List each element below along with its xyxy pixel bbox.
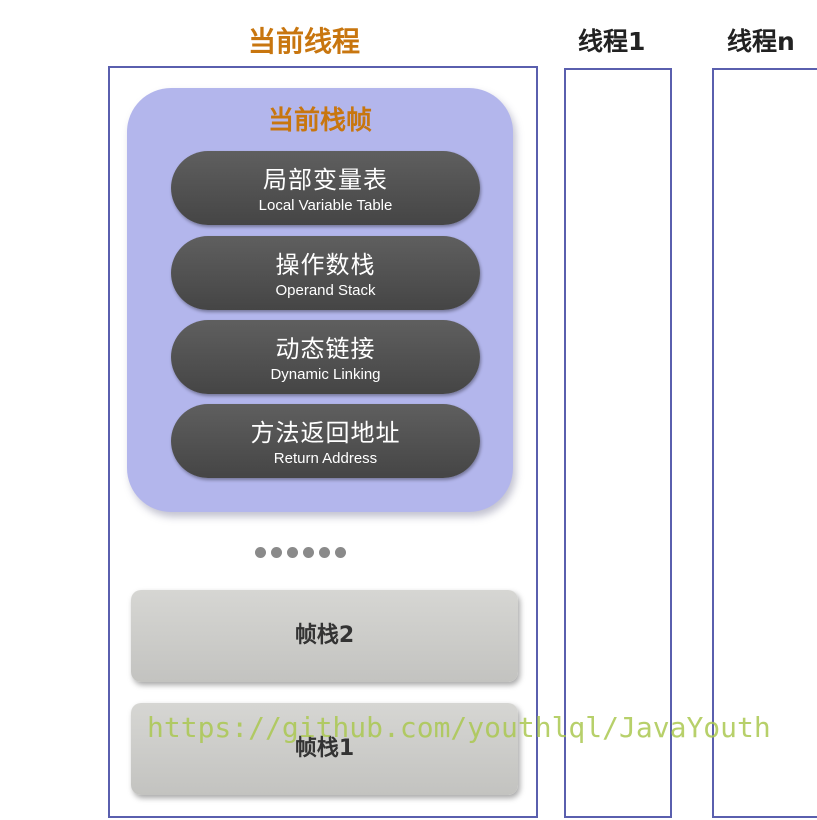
ellipsis-dot bbox=[271, 547, 282, 558]
watermark-url: https://github.com/youthlql/JavaYouth bbox=[147, 711, 771, 744]
ellipsis-dot bbox=[319, 547, 330, 558]
ellipsis-dots bbox=[255, 543, 351, 558]
slot-en-label: Local Variable Table bbox=[258, 197, 393, 214]
slot-cn-label: 操作数栈 bbox=[275, 251, 376, 279]
current-frame-title: 当前栈帧 bbox=[267, 106, 372, 136]
thread-n-box bbox=[712, 68, 817, 818]
ellipsis-dot bbox=[303, 547, 314, 558]
operand-stack: 操作数栈 Operand Stack bbox=[171, 236, 480, 310]
ellipsis-dot bbox=[335, 547, 346, 558]
ellipsis-dot bbox=[287, 547, 298, 558]
thread-1-box bbox=[564, 68, 672, 818]
local-variable-table: 局部变量表 Local Variable Table bbox=[171, 151, 480, 225]
slot-en-label: Dynamic Linking bbox=[270, 366, 381, 383]
slot-cn-label: 方法返回地址 bbox=[250, 419, 401, 447]
dynamic-linking: 动态链接 Dynamic Linking bbox=[171, 320, 480, 394]
thread-n-title: 线程n bbox=[727, 27, 795, 56]
ellipsis-dot bbox=[255, 547, 266, 558]
current-thread-title: 当前线程 bbox=[248, 25, 361, 58]
slot-cn-label: 动态链接 bbox=[275, 335, 376, 363]
thread-1-title: 线程1 bbox=[578, 27, 646, 56]
slot-en-label: Operand Stack bbox=[275, 282, 376, 299]
slot-en-label: Return Address bbox=[273, 450, 378, 467]
slot-cn-label: 局部变量表 bbox=[263, 166, 388, 194]
return-address: 方法返回地址 Return Address bbox=[171, 404, 480, 478]
stack-frame-2: 帧栈2 bbox=[131, 590, 518, 682]
